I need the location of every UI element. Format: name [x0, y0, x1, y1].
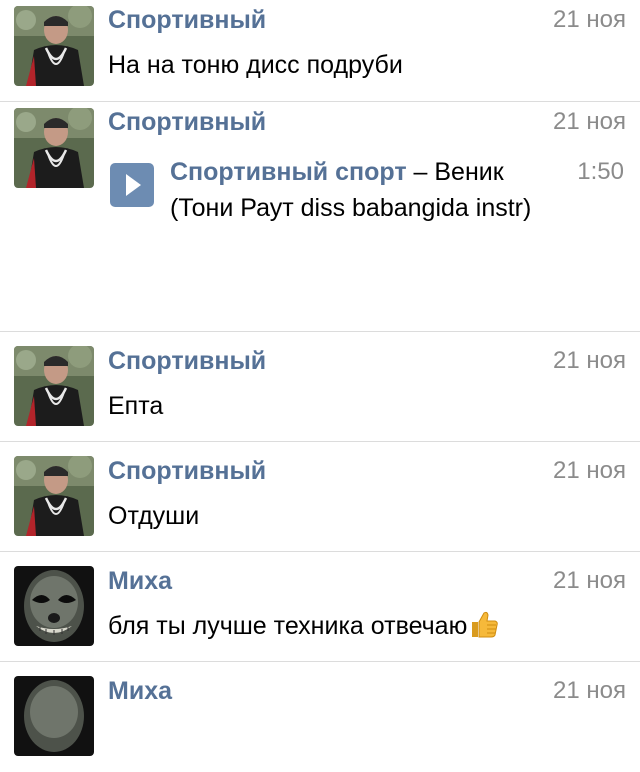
audio-duration: 1:50 [577, 158, 624, 185]
avatar-mikha[interactable] [14, 566, 94, 646]
audio-track-title[interactable]: Спортивный спорт – Веник (Тони Раут diss… [170, 154, 546, 226]
avatar-sportivny[interactable] [14, 6, 94, 86]
message-item[interactable]: Миха 21 ноя бля ты лучше техника отвечаю [0, 552, 640, 662]
message-item[interactable]: Спортивный 21 ноя Епта [0, 332, 640, 442]
message-date: 21 ноя [553, 457, 626, 484]
play-button[interactable] [110, 163, 154, 207]
message-date: 21 ноя [553, 347, 626, 374]
message-item[interactable]: Миха 21 ноя [0, 662, 640, 772]
message-text: бля ты лучше техника отвечаю [108, 612, 468, 640]
avatar-mikha[interactable] [14, 676, 94, 756]
message-author[interactable]: Миха [108, 566, 172, 596]
play-icon [126, 174, 141, 196]
message-author[interactable]: Спортивный [108, 107, 266, 137]
message-text: Епта [108, 392, 164, 420]
message-text: На на тоню дисс подруби [108, 51, 403, 79]
message-author[interactable]: Спортивный [108, 5, 266, 35]
avatar-sportivny[interactable] [14, 346, 94, 426]
audio-separator: – [406, 158, 435, 186]
message-date: 21 ноя [553, 6, 626, 33]
user-photo-icon [14, 346, 94, 426]
message-author[interactable]: Спортивный [108, 346, 266, 376]
user-photo-icon [14, 6, 94, 86]
avatar-sportivny[interactable] [14, 108, 94, 188]
mask-avatar-icon [14, 566, 94, 646]
message-item[interactable]: Спортивный 21 ноя На на тоню дисс подруб… [0, 0, 640, 102]
message-author[interactable]: Спортивный [108, 456, 266, 486]
message-text: Отдуши [108, 502, 200, 530]
mask-avatar-icon [14, 676, 94, 756]
message-feed: Спортивный 21 ноя На на тоню дисс подруб… [0, 0, 640, 772]
user-photo-icon [14, 456, 94, 536]
message-item[interactable]: Спортивный 21 ноя Спортивный спорт – Вен… [0, 102, 640, 332]
message-text-row: бля ты лучше техника отвечаю [108, 609, 626, 647]
audio-artist[interactable]: Спортивный спорт [170, 158, 407, 186]
message-item[interactable]: Спортивный 21 ноя Отдуши [0, 442, 640, 552]
message-date: 21 ноя [553, 567, 626, 594]
thumbs-up-emoji [469, 610, 499, 647]
message-date: 21 ноя [553, 108, 626, 135]
user-photo-icon [14, 108, 94, 188]
avatar-sportivny[interactable] [14, 456, 94, 536]
